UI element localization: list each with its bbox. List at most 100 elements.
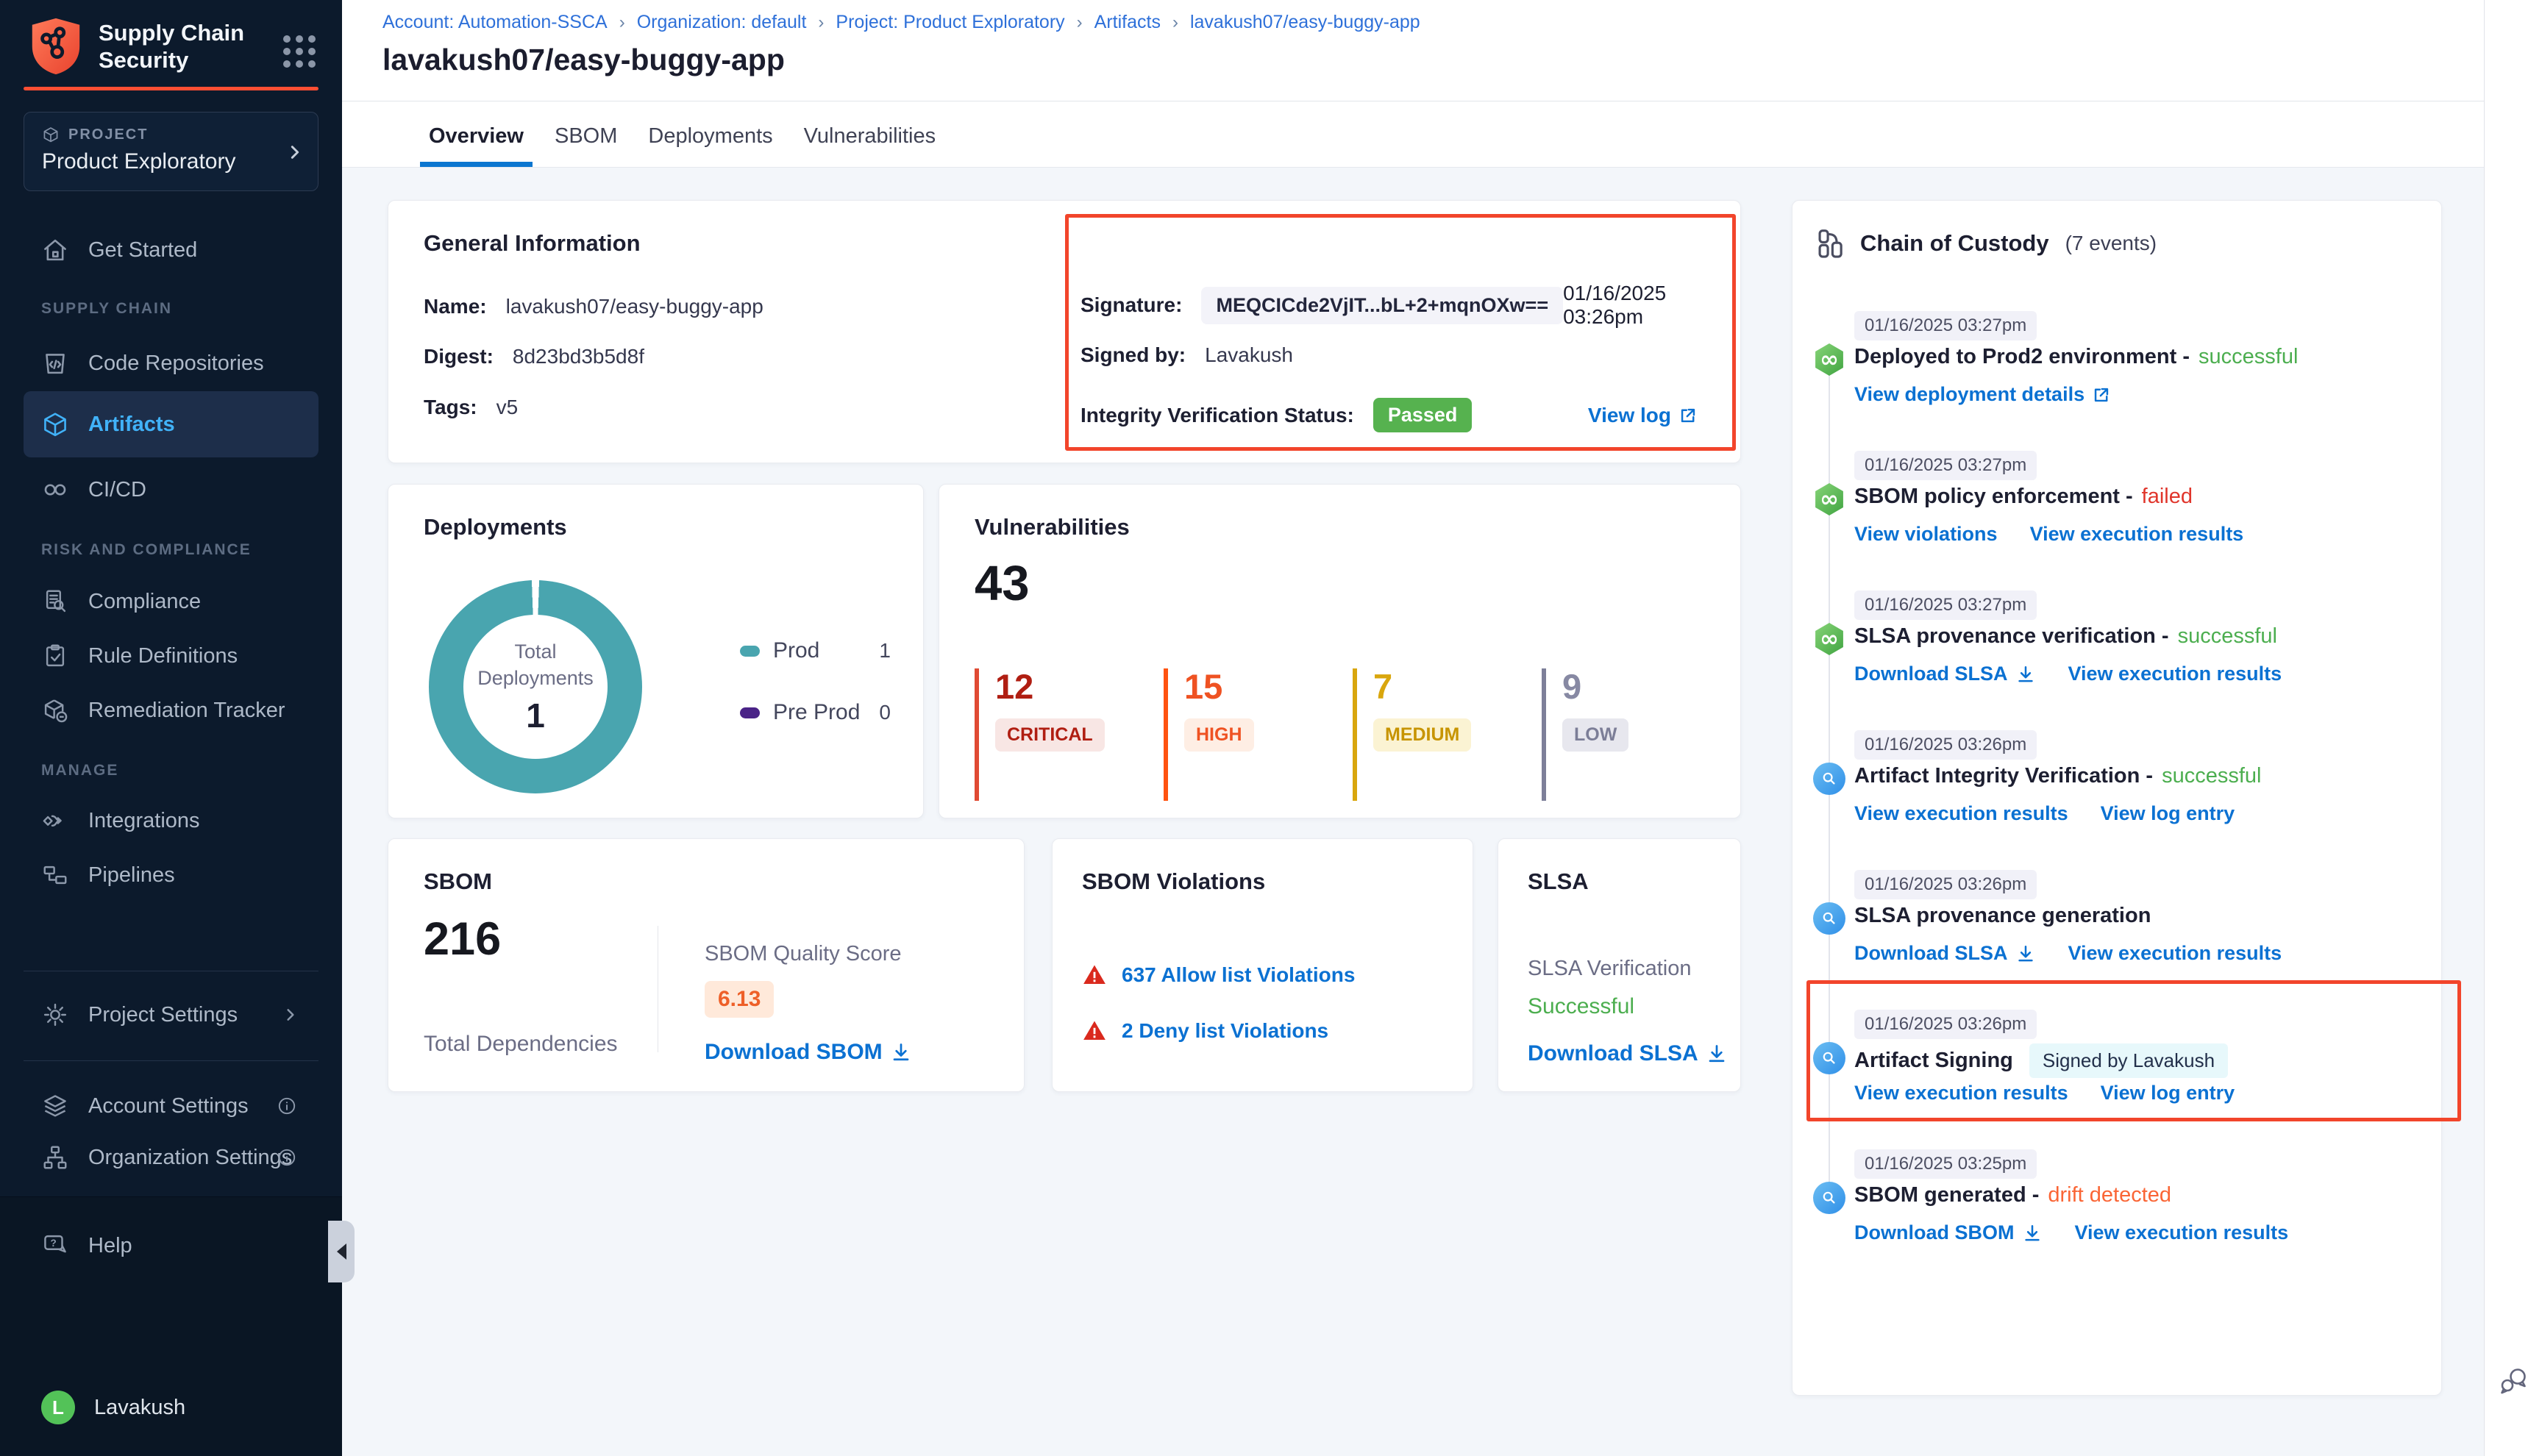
document-search-icon <box>41 588 69 615</box>
page-title: lavakush07/easy-buggy-app <box>382 43 785 77</box>
tab-deployments[interactable]: Deployments <box>639 110 781 167</box>
allow-list-violations-link[interactable]: 637 Allow list Violations <box>1122 963 1355 987</box>
quality-score-label: SBOM Quality Score <box>705 942 912 966</box>
download-slsa-link[interactable]: Download SLSA <box>1528 1041 1728 1066</box>
breadcrumb: Account: Automation-SSCA› Organization: … <box>382 12 1420 33</box>
sidebar-item-cicd[interactable]: CI/CD <box>24 469 318 510</box>
sidebar-item-help[interactable]: ? Help <box>24 1225 318 1266</box>
field-label: Tags: <box>424 396 477 419</box>
event-timestamp: 01/16/2025 03:26pm <box>1854 1010 2037 1039</box>
sidebar-item-label: Remediation Tracker <box>88 699 285 723</box>
field-value: Lavakush <box>1205 343 1293 367</box>
view-log-entry-link[interactable]: View log entry <box>2101 1082 2235 1105</box>
scan-event-icon <box>1813 1042 1845 1074</box>
coc-event-slsa-verification: 01/16/2025 03:27pm ∞ SLSA provenance ver… <box>1792 590 2441 730</box>
sbom-card: SBOM 216 Total Dependencies SBOM Quality… <box>388 838 1025 1092</box>
download-icon <box>1706 1043 1728 1065</box>
sidebar-item-compliance[interactable]: Compliance <box>24 581 318 622</box>
integrity-row: Integrity Verification Status: Passed Vi… <box>1080 398 1698 432</box>
breadcrumb-current[interactable]: lavakush07/easy-buggy-app <box>1190 12 1420 33</box>
project-selector[interactable]: PROJECT Product Exploratory <box>24 112 318 191</box>
event-status: successful <box>2199 345 2298 369</box>
view-execution-results-link[interactable]: View execution results <box>2030 523 2244 546</box>
sidebar-item-rule-definitions[interactable]: Rule Definitions <box>24 635 318 677</box>
legend-label: Pre Prod <box>773 700 860 725</box>
sidebar-item-integrations[interactable]: Integrations <box>24 800 318 841</box>
coc-event-integrity-verification: 01/16/2025 03:26pm Artifact Integrity Ve… <box>1792 730 2441 870</box>
sidebar-item-organization-settings[interactable]: Organization Settings <box>24 1137 318 1178</box>
view-execution-results-link[interactable]: View execution results <box>1854 1082 2068 1105</box>
coc-event-slsa-generation: 01/16/2025 03:26pm SLSA provenance gener… <box>1792 870 2441 1010</box>
download-icon <box>2022 1223 2043 1243</box>
event-count: (7 events) <box>2065 232 2157 255</box>
page-header: Account: Automation-SSCA› Organization: … <box>342 0 2484 168</box>
field-value: 8d23bd3b5d8f <box>513 345 644 368</box>
view-execution-results-link[interactable]: View execution results <box>2068 663 2282 685</box>
view-execution-results-link[interactable]: View execution results <box>2068 942 2282 965</box>
view-execution-results-link[interactable]: View execution results <box>2075 1221 2289 1244</box>
download-sbom-link[interactable]: Download SBOM <box>705 1040 912 1065</box>
brand-divider <box>24 87 318 90</box>
severity-badge: LOW <box>1562 718 1628 752</box>
signature-row: Signature: MEQCICde2VjIT...bL+2+mqnOXw==… <box>1080 282 1698 329</box>
tab-overview[interactable]: Overview <box>420 110 533 167</box>
view-execution-results-link[interactable]: View execution results <box>1854 802 2068 825</box>
download-sbom-link[interactable]: Download SBOM <box>1854 1221 2043 1244</box>
event-timestamp: 01/16/2025 03:26pm <box>1854 870 2037 899</box>
project-name: Product Exploratory <box>42 149 300 174</box>
severity-count: 7 <box>1373 668 1500 705</box>
sbom-violations-card: SBOM Violations 637 Allow list Violation… <box>1052 838 1473 1092</box>
deny-list-violations-link[interactable]: 2 Deny list Violations <box>1122 1019 1328 1043</box>
breadcrumb-project[interactable]: Project: Product Exploratory <box>836 12 1064 33</box>
app-switcher-grid-icon[interactable] <box>283 35 316 68</box>
sidebar-item-get-started[interactable]: Get Started <box>24 229 318 271</box>
card-title: General Information <box>424 230 641 257</box>
event-title: Artifact Integrity Verification - <box>1854 764 2153 788</box>
user-menu[interactable]: L Lavakush <box>24 1387 318 1428</box>
info-icon <box>276 1146 298 1168</box>
download-slsa-link[interactable]: Download SLSA <box>1854 663 2036 685</box>
chain-icon <box>1815 227 1847 260</box>
tab-sbom[interactable]: SBOM <box>546 110 626 167</box>
deployments-donut-chart: Total Deployments 1 <box>429 580 642 793</box>
view-log-link[interactable]: View log <box>1588 404 1698 427</box>
card-title: Vulnerabilities <box>975 514 1130 540</box>
view-violations-link[interactable]: View violations <box>1854 523 1998 546</box>
breadcrumb-organization[interactable]: Organization: default <box>637 12 807 33</box>
slsa-verification-label: SLSA Verification <box>1528 957 1728 981</box>
severity-count: 12 <box>995 668 1122 705</box>
pipeline-event-icon: ∞ <box>1813 343 1845 376</box>
code-repo-icon <box>41 349 69 377</box>
signature-value[interactable]: MEQCICde2VjIT...bL+2+mqnOXw== <box>1201 287 1563 324</box>
legend-item-preprod: Pre Prod 0 <box>740 699 891 726</box>
sidebar-section-manage: MANAGE <box>41 762 118 779</box>
view-log-entry-link[interactable]: View log entry <box>2101 802 2235 825</box>
severity-high: 15 HIGH <box>1164 668 1311 801</box>
tab-vulnerabilities[interactable]: Vulnerabilities <box>795 110 944 167</box>
chat-icon[interactable] <box>2496 1365 2532 1400</box>
download-slsa-link[interactable]: Download SLSA <box>1854 942 2036 965</box>
view-deployment-details-link[interactable]: View deployment details <box>1854 383 2111 406</box>
sidebar-item-pipelines[interactable]: Pipelines <box>24 854 318 896</box>
sidebar-section-supply-chain: SUPPLY CHAIN <box>41 300 172 318</box>
cube-icon <box>42 126 60 143</box>
breadcrumb-artifacts[interactable]: Artifacts <box>1094 12 1161 33</box>
sidebar-item-artifacts[interactable]: Artifacts <box>24 391 318 457</box>
sidebar-item-remediation-tracker[interactable]: Remediation Tracker <box>24 690 318 731</box>
shield-logo-icon <box>29 16 82 76</box>
search-icon <box>1820 1189 1838 1207</box>
card-title: SLSA <box>1528 868 1589 895</box>
chevron-right-icon <box>283 1007 298 1022</box>
legend-label: Prod <box>773 638 819 663</box>
sidebar-item-account-settings[interactable]: Account Settings <box>24 1085 318 1127</box>
scan-event-icon <box>1813 902 1845 935</box>
sidebar-item-code-repositories[interactable]: Code Repositories <box>24 343 318 384</box>
sidebar-item-project-settings[interactable]: Project Settings <box>24 994 318 1035</box>
breadcrumb-account[interactable]: Account: Automation-SSCA <box>382 12 608 33</box>
cube-tag-icon <box>41 696 69 724</box>
sidebar-collapse-handle[interactable] <box>328 1221 355 1282</box>
event-timestamp: 01/16/2025 03:27pm <box>1854 451 2037 480</box>
slsa-status: Successful <box>1528 994 1728 1019</box>
legend-value: 0 <box>879 701 891 724</box>
event-status: successful <box>2162 764 2261 788</box>
